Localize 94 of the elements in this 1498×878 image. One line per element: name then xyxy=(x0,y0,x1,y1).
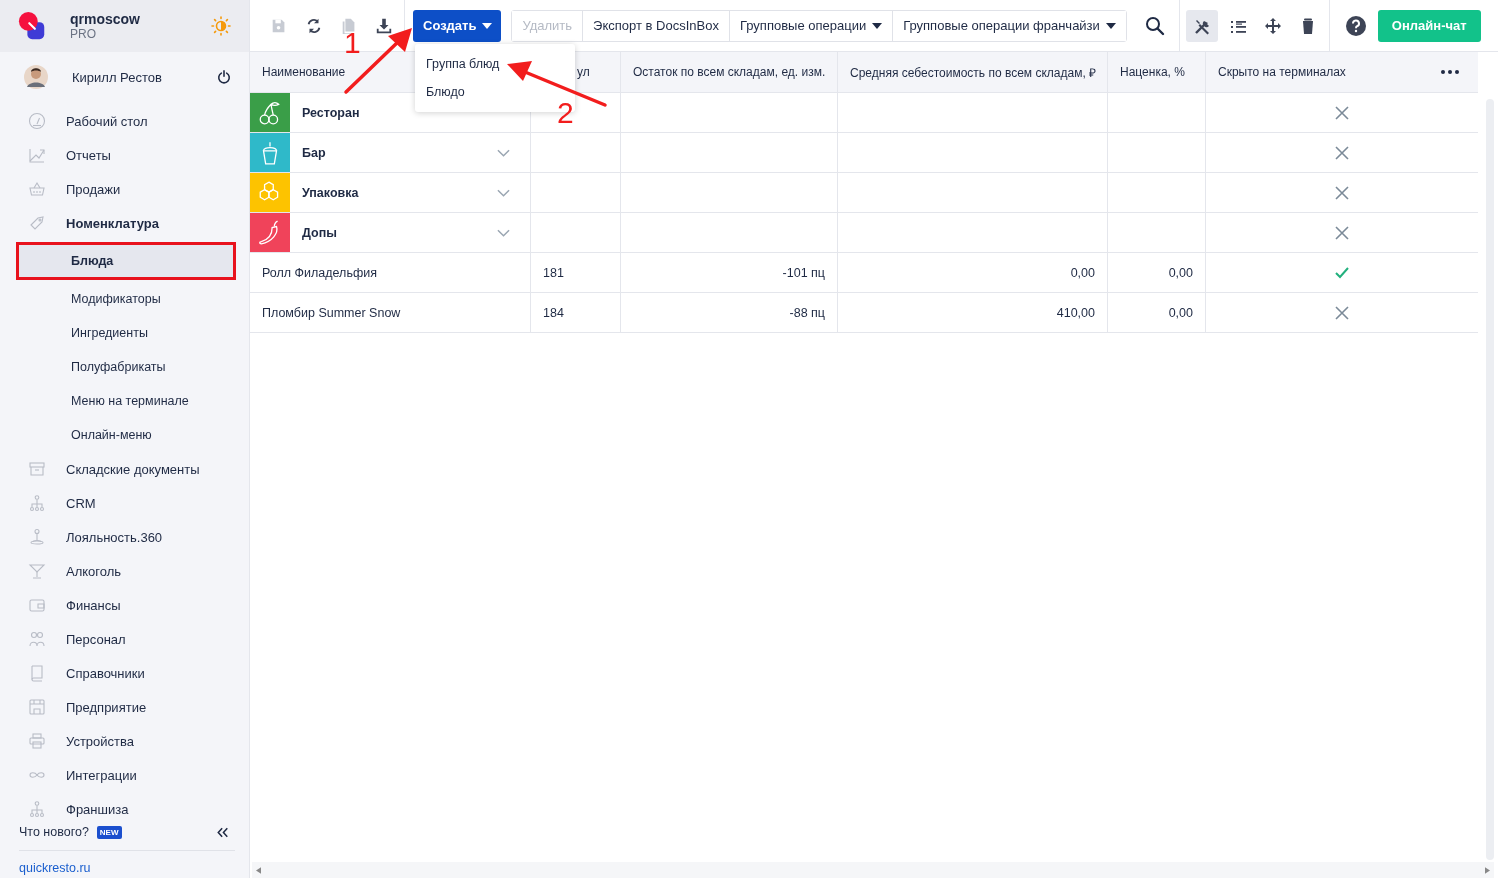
more-icon[interactable] xyxy=(1441,70,1459,74)
avatar-icon xyxy=(24,65,48,89)
nav-label: Продажи xyxy=(66,181,121,197)
download-icon xyxy=(374,16,393,35)
nav-item[interactable]: Складские документы xyxy=(0,452,249,486)
nav-subitem[interactable]: Полуфабрикаты xyxy=(0,350,235,384)
nav-item[interactable]: Алкоголь xyxy=(0,554,249,588)
scroll-left-icon[interactable] xyxy=(256,866,261,874)
caret-icon xyxy=(872,22,883,29)
nav-item[interactable]: Предприятие xyxy=(0,690,249,724)
table-cell: 181 xyxy=(543,265,564,280)
table-cell: 0,00 xyxy=(1070,265,1095,280)
nav-label: Отчеты xyxy=(66,147,111,163)
store-icon xyxy=(28,698,46,716)
people-icon xyxy=(28,630,46,648)
chart-icon xyxy=(28,146,46,164)
annotation-number: 2 xyxy=(557,98,574,128)
nav-item[interactable]: Финансы xyxy=(0,588,249,622)
table-cell: 0,00 xyxy=(1168,265,1193,280)
whats-new-link[interactable]: Что нового? xyxy=(19,825,89,839)
nav-item[interactable]: Справочники xyxy=(0,656,249,690)
nav-item[interactable]: CRM xyxy=(0,486,249,520)
nav-label: Франшиза xyxy=(66,801,129,817)
nav-item[interactable]: Лояльность.360 xyxy=(0,520,249,554)
plan-label: PRO xyxy=(70,27,97,41)
caret-icon xyxy=(482,22,493,29)
tools-button[interactable] xyxy=(1185,9,1218,42)
nav-item[interactable]: Продажи xyxy=(0,172,249,206)
box-icon xyxy=(28,460,46,478)
caret-icon xyxy=(1105,22,1116,29)
table-cell: 184 xyxy=(543,305,564,320)
group-name[interactable]: Бар xyxy=(302,145,497,160)
column-header[interactable]: Остаток по всем складам, ед. изм. xyxy=(620,52,837,92)
nav-label: Лояльность.360 xyxy=(66,529,163,545)
website-link[interactable]: quickresto.ru xyxy=(19,861,91,875)
nav-label: Персонал xyxy=(66,631,126,647)
nav-subitem[interactable]: Онлайн-меню xyxy=(0,418,235,452)
book-icon xyxy=(28,664,46,682)
nav-label: Справочники xyxy=(66,665,145,681)
nav-label: Алкоголь xyxy=(66,563,122,579)
table-cell: 0,00 xyxy=(1168,305,1193,320)
scroll-right-icon[interactable] xyxy=(1485,866,1490,874)
nav-label: Номенклатура xyxy=(66,215,159,231)
nav-item[interactable]: Франшиза xyxy=(0,792,249,826)
annotation-number: 1 xyxy=(344,28,361,58)
horizontal-scrollbar[interactable] xyxy=(252,862,1494,878)
nav-label: Устройства xyxy=(66,733,134,749)
cherries-icon xyxy=(257,99,283,126)
item-name[interactable]: Пломбир Summer Snow xyxy=(262,305,401,320)
figure-icon xyxy=(28,528,46,546)
theme-toggle-icon[interactable] xyxy=(211,16,231,36)
nav-item[interactable]: Персонал xyxy=(0,622,249,656)
action-button[interactable]: Групповые операции франчайзи xyxy=(892,10,1126,41)
table-cell: -101 пц xyxy=(782,265,825,280)
account-name: qrmoscow xyxy=(70,11,141,27)
nav-item[interactable]: Устройства xyxy=(0,724,249,758)
nav-label: CRM xyxy=(66,495,96,511)
group-name[interactable]: Упаковка xyxy=(302,185,497,200)
basket-icon xyxy=(28,180,46,198)
nav-label: Интеграции xyxy=(66,767,137,783)
new-badge: NEW xyxy=(96,825,122,839)
wallet-icon xyxy=(28,596,46,614)
user-name: Кирилл Рестов xyxy=(72,69,163,85)
column-header[interactable]: Средняя себестоимость по всем складам, ₽ xyxy=(837,52,1107,92)
power-icon[interactable] xyxy=(217,70,231,84)
nav-label: Рабочий стол xyxy=(66,113,148,129)
collapse-icon[interactable] xyxy=(217,826,229,838)
nav-subitem[interactable]: Меню на терминале xyxy=(0,384,235,418)
nav-item[interactable]: Номенклатура xyxy=(0,206,249,240)
nav-label: Складские документы xyxy=(66,461,200,477)
nav-subitem[interactable]: Блюда xyxy=(16,242,236,280)
tag-icon xyxy=(28,214,46,232)
annotation-arrow xyxy=(344,28,412,94)
hierarchy-icon xyxy=(28,494,46,512)
nav-item[interactable]: Рабочий стол xyxy=(0,104,249,138)
search-icon xyxy=(1144,15,1165,36)
nav-label: Предприятие xyxy=(66,699,147,715)
column-header[interactable]: Наценка, % xyxy=(1107,52,1205,92)
help-icon[interactable] xyxy=(1345,15,1366,36)
create-button[interactable]: Создать xyxy=(413,9,502,42)
group-name[interactable]: Допы xyxy=(302,225,497,240)
nav-subitem[interactable]: Ингредиенты xyxy=(0,316,235,350)
nav-item[interactable]: Отчеты xyxy=(0,138,249,172)
hierarchy-icon xyxy=(28,800,46,818)
move-icon xyxy=(1264,16,1283,35)
nav-subitem[interactable]: Модификаторы xyxy=(0,282,235,316)
nav-item[interactable]: Интеграции xyxy=(0,758,249,792)
table-cell: 410,00 xyxy=(1056,305,1095,320)
gauge-icon xyxy=(28,112,46,130)
cocktail-glass-icon xyxy=(28,562,46,580)
nav-label: Финансы xyxy=(66,597,121,613)
printer-icon xyxy=(28,732,46,750)
item-name[interactable]: Ролл Филадельфия xyxy=(262,265,377,280)
table-cell: -88 пц xyxy=(789,305,825,320)
